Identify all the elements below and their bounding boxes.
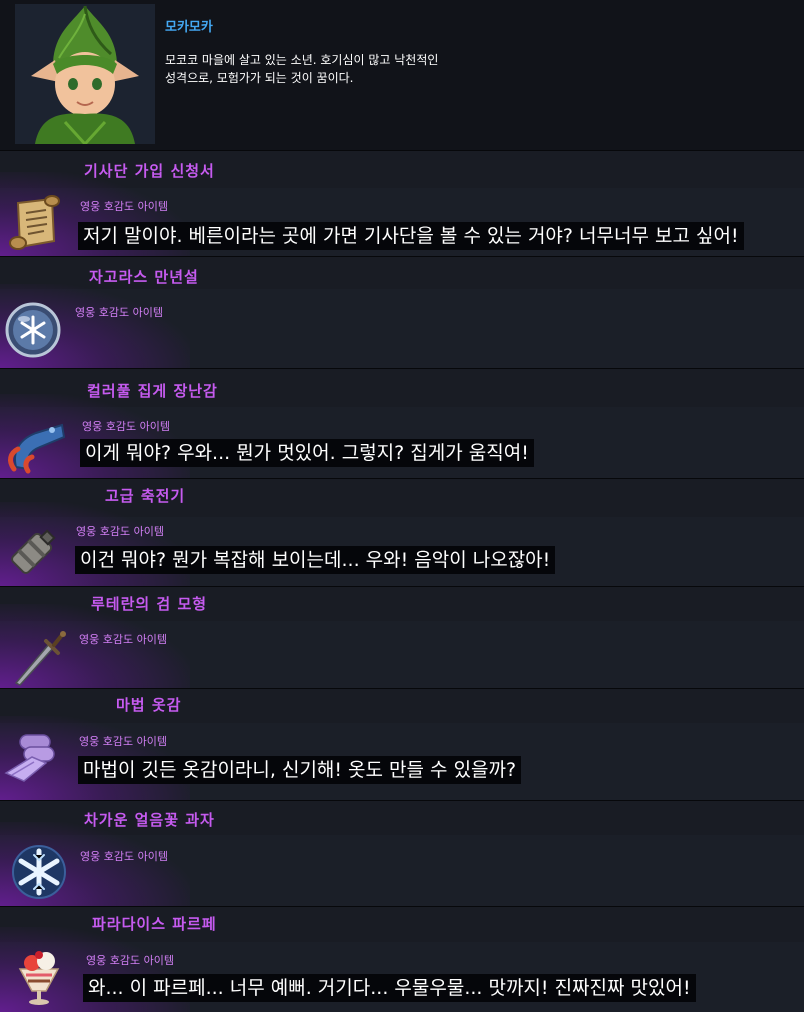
snowflake-cookie-icon — [8, 841, 70, 903]
scroll-icon — [4, 193, 66, 255]
item-grade-label: 영웅 호감도 아이템 — [86, 954, 174, 967]
gift-item-snow-globe: 자고라스 만년설 영웅 호감도 아이템 — [0, 256, 804, 369]
snow-globe-icon — [2, 299, 64, 361]
item-quote: 와... 이 파르페... 너무 예뻐. 거기다... 우물우물... 맛까지!… — [83, 974, 696, 1002]
claw-toy-icon — [6, 417, 68, 479]
item-grade-label: 영웅 호감도 아이템 — [82, 420, 170, 433]
gift-item-sword-model: 루테란의 검 모형 영웅 호감도 아이템 — [0, 586, 804, 689]
item-grade-label: 영웅 호감도 아이템 — [76, 525, 164, 538]
gift-item-magic-fabric: 마법 옷감 영웅 호감도 아이템 마법이 깃든 옷감이라니, 신기해! 옷도 만… — [0, 688, 804, 801]
item-quote: 이건 뭐야? 뭔가 복잡해 보이는데... 우와! 음악이 나오잖아! — [75, 546, 556, 574]
item-grade-label: 영웅 호감도 아이템 — [79, 633, 167, 646]
gift-item-scroll: 기사단 가입 신청서 영웅 호감도 아이템 저기 말이야. 베른이라는 곳에 가… — [0, 150, 804, 257]
item-grade-label: 영웅 호감도 아이템 — [80, 200, 168, 213]
item-title: 마법 옷감 — [116, 696, 182, 714]
mokamoka-portrait-icon — [15, 4, 155, 144]
character-name: 모카모카 — [165, 20, 213, 35]
parfait-icon — [8, 945, 70, 1007]
item-grade-label: 영웅 호감도 아이템 — [80, 850, 168, 863]
gift-item-claw-toy: 컬러풀 집게 장난감 영웅 호감도 아이템 이게 뭐야? 우와... 뭔가 멋있… — [0, 368, 804, 479]
item-grade-label: 영웅 호감도 아이템 — [75, 306, 163, 319]
item-quote: 마법이 깃든 옷감이라니, 신기해! 옷도 만들 수 있을까? — [78, 756, 522, 784]
capacitor-icon — [2, 521, 64, 583]
gift-item-ice-flower-cookie: 차가운 얼음꽃 과자 영웅 호감도 아이템 — [0, 800, 804, 907]
fabric-icon — [2, 729, 64, 791]
sword-icon — [6, 625, 68, 687]
character-panel: 모카모카 모코코 마을에 살고 있는 소년. 호기심이 많고 낙천적인 성격으로… — [0, 0, 804, 150]
character-portrait — [15, 4, 155, 144]
character-description: 모코코 마을에 살고 있는 소년. 호기심이 많고 낙천적인 성격으로, 모험가… — [165, 53, 439, 85]
gift-item-paradise-parfait: 파라다이스 파르페 영웅 호감도 아이템 와... 이 파르페... 너무 예뻐… — [0, 906, 804, 1012]
item-quote: 저기 말이야. 베른이라는 곳에 가면 기사단을 볼 수 있는 거야? 너무너무… — [78, 222, 744, 250]
item-grade-label: 영웅 호감도 아이템 — [79, 735, 167, 748]
gift-item-capacitor: 고급 축전기 영웅 호감도 아이템 이건 뭐야? 뭔가 복잡해 보이는데... … — [0, 478, 804, 587]
item-quote: 이게 뭐야? 우와... 뭔가 멋있어. 그렇지? 집게가 움직여! — [80, 439, 534, 467]
